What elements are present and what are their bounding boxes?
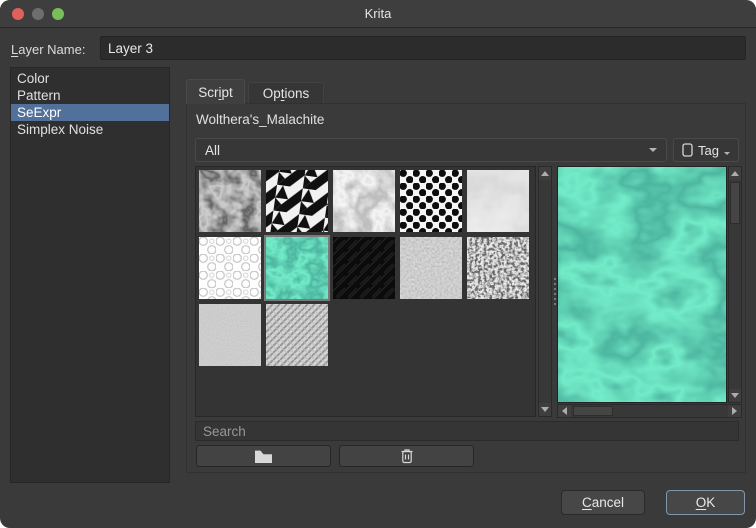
- pattern-thumbnail-fine-noise[interactable]: [400, 237, 462, 299]
- window-controls: [12, 8, 64, 20]
- pattern-thumbnail-dark-maze[interactable]: [333, 237, 395, 299]
- title-bar[interactable]: Krita: [0, 0, 756, 28]
- preview-horizontal-scrollbar[interactable]: [557, 404, 742, 418]
- import-resource-button[interactable]: [196, 445, 331, 467]
- dropdown-value: All: [205, 143, 220, 158]
- delete-resource-button[interactable]: [339, 445, 474, 467]
- chevron-down-icon: [649, 148, 657, 152]
- generator-list: Color Pattern SeExpr Simplex Noise: [10, 67, 170, 483]
- layer-name-label: Layer Name:: [11, 42, 85, 57]
- pattern-thumbnail-canvas-weave[interactable]: [199, 304, 261, 366]
- pattern-thumbnail-diagonal-weave[interactable]: [266, 304, 328, 366]
- layer-name-input[interactable]: [100, 36, 746, 60]
- scroll-up-icon[interactable]: [729, 167, 741, 180]
- folder-icon: [254, 449, 273, 464]
- window-title: Krita: [365, 6, 392, 21]
- scrollbar-thumb[interactable]: [730, 182, 740, 224]
- scrollbar-thumb[interactable]: [573, 406, 613, 416]
- pattern-grid-scrollbar[interactable]: [538, 166, 552, 417]
- scroll-left-icon[interactable]: [558, 405, 571, 417]
- pattern-grid: [195, 166, 536, 417]
- scroll-down-icon[interactable]: [539, 403, 551, 416]
- trash-icon: [400, 448, 414, 464]
- pattern-thumbnail-gray-marble[interactable]: [333, 170, 395, 232]
- scroll-right-icon[interactable]: [728, 405, 741, 417]
- scroll-up-icon[interactable]: [539, 167, 551, 180]
- ok-button[interactable]: OK: [666, 490, 745, 515]
- selected-pattern-name: Wolthera's_Malachite: [196, 112, 324, 127]
- pattern-thumbnail-smoke-clouds[interactable]: [467, 170, 529, 232]
- pattern-thumbnail-halftone-dots[interactable]: [400, 170, 462, 232]
- list-item-simplex-noise[interactable]: Simplex Noise: [11, 121, 169, 138]
- zoom-icon[interactable]: [52, 8, 64, 20]
- bookmark-icon: [682, 143, 693, 157]
- tag-button-label: Tag: [698, 143, 719, 158]
- tab-options[interactable]: Options: [248, 82, 324, 104]
- pattern-thumbnail-triangle-mosaic[interactable]: [266, 170, 328, 232]
- label-part: pt: [221, 85, 232, 100]
- tab-script[interactable]: Script: [186, 79, 245, 104]
- label-part: Scr: [198, 85, 218, 100]
- label-part: O: [696, 495, 707, 510]
- pattern-preview-image: [557, 166, 727, 403]
- label-part: K: [706, 495, 715, 510]
- krita-fill-layer-dialog: Krita Layer Name: Color Pattern SeExpr S…: [0, 0, 756, 528]
- minimize-icon: [32, 8, 44, 20]
- list-item-pattern[interactable]: Pattern: [11, 87, 169, 104]
- preview-vertical-scrollbar[interactable]: [728, 166, 742, 403]
- tag-button[interactable]: Tag: [673, 138, 739, 162]
- cancel-button[interactable]: Cancel: [561, 490, 645, 515]
- scroll-down-icon[interactable]: [729, 389, 741, 402]
- chevron-down-icon: [724, 152, 730, 155]
- pattern-thumbnail-curl-rings[interactable]: [199, 237, 261, 299]
- close-icon[interactable]: [12, 8, 24, 20]
- search-input[interactable]: [195, 421, 739, 441]
- label-part: ions: [285, 86, 310, 101]
- label-part: ancel: [592, 495, 624, 510]
- tag-filter-dropdown[interactable]: All: [195, 138, 667, 162]
- script-tab-pane: Wolthera's_Malachite All Tag: [186, 103, 746, 473]
- list-item-color[interactable]: Color: [11, 70, 169, 87]
- label-part: C: [582, 495, 592, 510]
- pattern-thumbnail-dark-speckle[interactable]: [467, 237, 529, 299]
- label-part: ayer Name:: [18, 42, 85, 57]
- pattern-thumbnail-malachite-selected[interactable]: [266, 237, 328, 299]
- label-part: Op: [263, 86, 281, 101]
- pattern-thumbnail-dark-marble[interactable]: [199, 170, 261, 232]
- list-item-seexpr[interactable]: SeExpr: [11, 104, 169, 121]
